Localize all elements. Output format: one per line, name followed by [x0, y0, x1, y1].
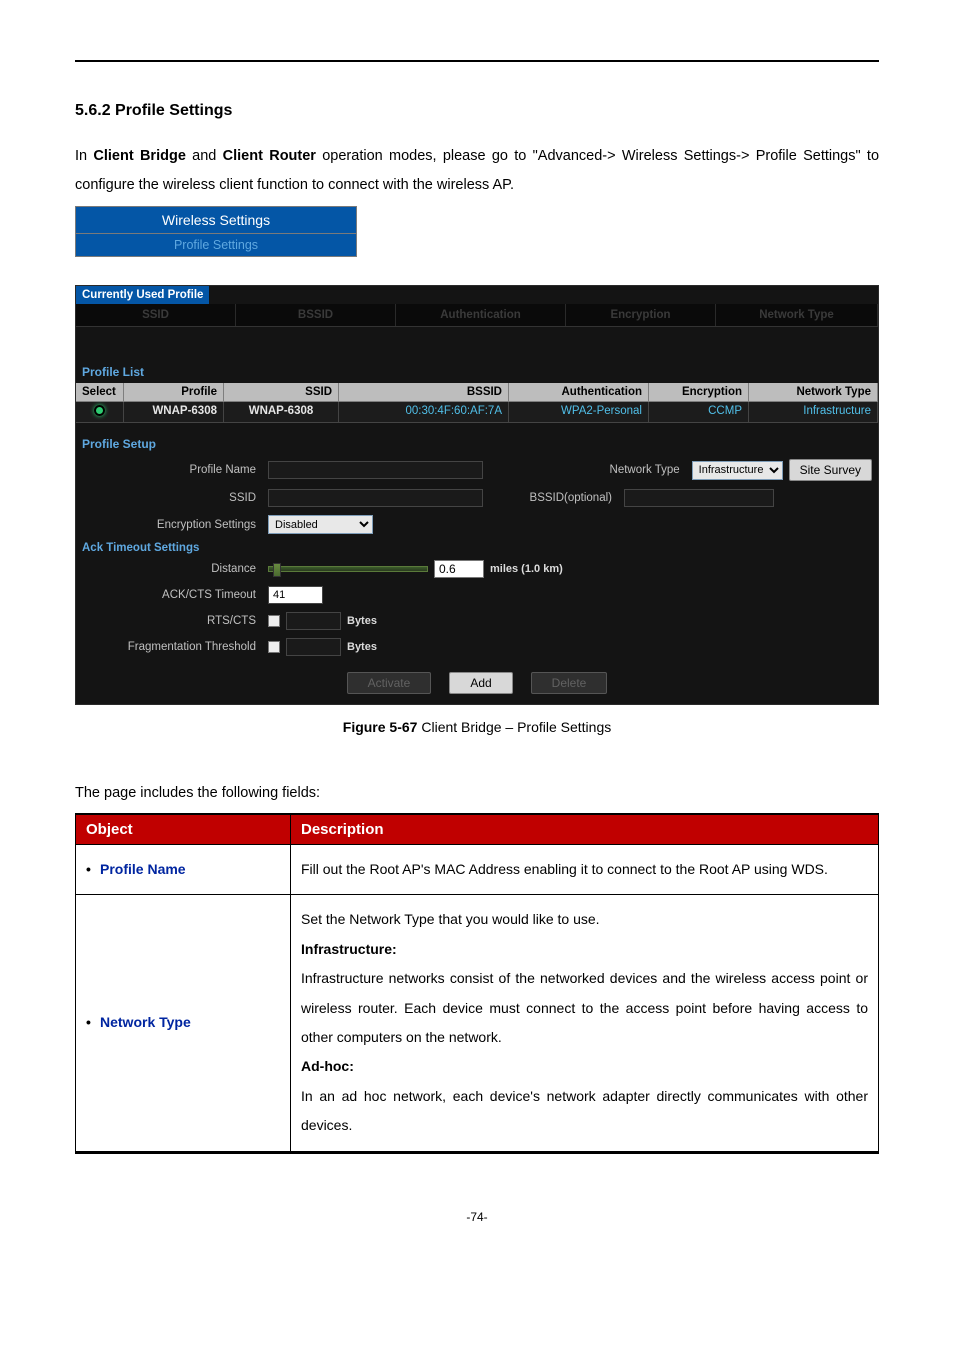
ackcts-input[interactable] — [268, 586, 323, 604]
th-object: Object — [76, 814, 291, 845]
desc-network-type: Set the Network Type that you would like… — [291, 895, 879, 1151]
profile-settings-panel: Currently Used Profile SSID BSSID Authen… — [75, 285, 879, 705]
label-profile-name: Profile Name — [82, 464, 262, 476]
cu-hdr-ssid: SSID — [76, 304, 236, 326]
tab-wireless-settings[interactable]: Wireless Settings — [75, 206, 357, 234]
cu-hdr-net: Network Type — [716, 304, 878, 326]
frag-unit: Bytes — [347, 641, 377, 653]
pl-hdr-enc: Encryption — [649, 383, 749, 402]
encryption-select[interactable]: Disabled — [268, 515, 373, 534]
currently-used-title: Currently Used Profile — [76, 286, 209, 304]
cu-hdr-bssid: BSSID — [236, 304, 396, 326]
label-bssid-optional: BSSID(optional) — [530, 492, 618, 504]
profile-setup-title: Profile Setup — [76, 423, 878, 455]
obj-network-type: • Network Type — [76, 895, 291, 1151]
label-rtscts: RTS/CTS — [82, 615, 262, 627]
pl-hdr-net: Network Type — [749, 383, 878, 402]
page-number: -74- — [75, 1210, 879, 1224]
pl-hdr-auth: Authentication — [509, 383, 649, 402]
profile-radio[interactable] — [94, 405, 105, 416]
profile-name-input[interactable] — [268, 461, 483, 479]
rtscts-unit: Bytes — [347, 615, 377, 627]
cu-hdr-auth: Authentication — [396, 304, 566, 326]
rtscts-checkbox[interactable] — [268, 615, 280, 627]
rtscts-input[interactable] — [286, 612, 341, 630]
network-type-select[interactable]: Infrastructure — [692, 461, 783, 480]
frag-input[interactable] — [286, 638, 341, 656]
definition-table: Object Description • Profile Name Fill o… — [75, 813, 879, 1152]
ssid-input[interactable] — [268, 489, 483, 507]
label-frag: Fragmentation Threshold — [82, 641, 262, 653]
desc-profile-name: Fill out the Root AP's MAC Address enabl… — [291, 845, 879, 895]
pl-profile: WNAP-6308 — [124, 402, 224, 423]
ack-title: Ack Timeout Settings — [76, 538, 878, 556]
pl-hdr-profile: Profile — [124, 383, 224, 402]
add-button[interactable]: Add — [449, 672, 512, 694]
label-distance: Distance — [82, 563, 262, 575]
delete-button[interactable]: Delete — [531, 672, 608, 694]
pl-auth: WPA2-Personal — [509, 402, 649, 423]
activate-button[interactable]: Activate — [347, 672, 432, 694]
intro-paragraph: In Client Bridge and Client Router opera… — [75, 142, 879, 200]
label-ssid: SSID — [82, 492, 262, 504]
profile-list-title: Profile List — [76, 353, 878, 383]
frag-checkbox[interactable] — [268, 641, 280, 653]
pl-hdr-bssid: BSSID — [339, 383, 509, 402]
cu-hdr-enc: Encryption — [566, 304, 716, 326]
table-row[interactable]: WNAP-6308 WNAP-6308 00:30:4F:60:AF:7A WP… — [76, 402, 878, 423]
distance-unit: miles (1.0 km) — [490, 563, 563, 575]
label-encryption: Encryption Settings — [82, 519, 262, 531]
distance-value-input[interactable] — [434, 560, 484, 578]
pl-net: Infrastructure — [749, 402, 878, 423]
label-network-type: Network Type — [610, 464, 686, 476]
distance-slider[interactable] — [268, 566, 428, 572]
bssid-input[interactable] — [624, 489, 774, 507]
section-heading: 5.6.2 Profile Settings — [75, 102, 879, 120]
pl-hdr-ssid: SSID — [224, 383, 339, 402]
obj-profile-name: • Profile Name — [76, 845, 291, 895]
tab-profile-settings[interactable]: Profile Settings — [75, 234, 357, 257]
label-ackcts: ACK/CTS Timeout — [82, 589, 262, 601]
site-survey-button[interactable]: Site Survey — [789, 459, 872, 481]
pl-bssid: 00:30:4F:60:AF:7A — [339, 402, 509, 423]
pl-ssid: WNAP-6308 — [224, 402, 339, 423]
pl-enc: CCMP — [649, 402, 749, 423]
figure-caption: Figure 5-67 Client Bridge – Profile Sett… — [75, 705, 879, 771]
fields-intro: The page includes the following fields: — [75, 785, 879, 801]
th-description: Description — [291, 814, 879, 845]
pl-hdr-select: Select — [76, 383, 124, 402]
